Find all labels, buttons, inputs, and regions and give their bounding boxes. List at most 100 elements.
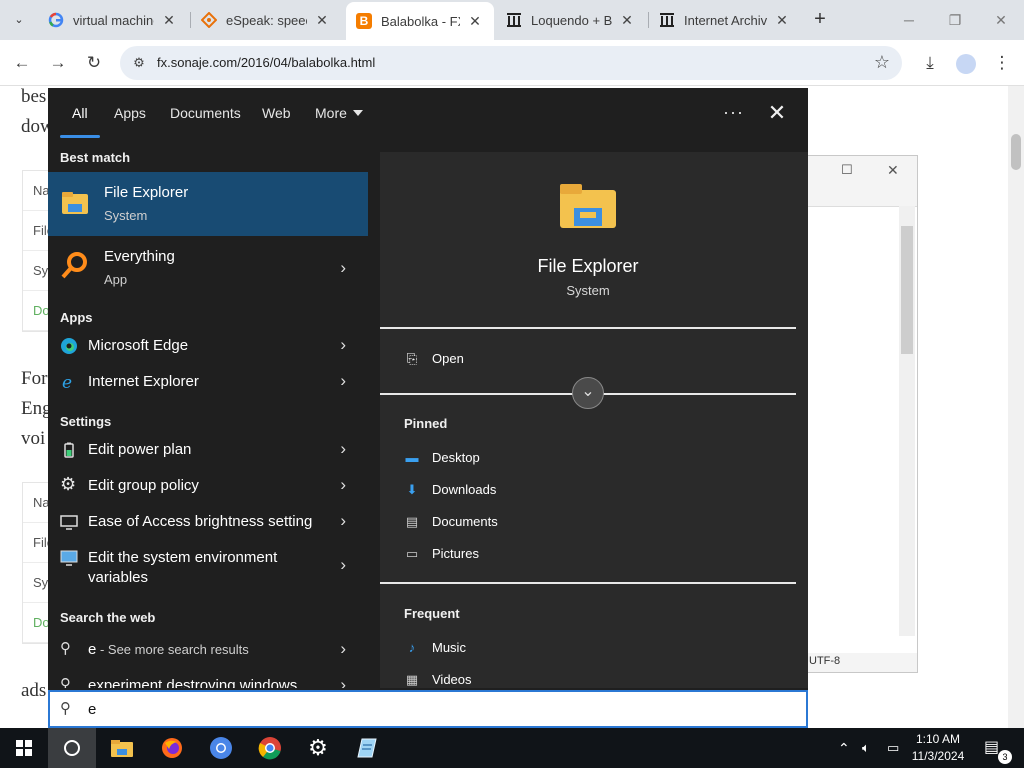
result-everything[interactable]: Everything App › [48,236,368,300]
close-tab-icon[interactable]: ✕ [618,12,636,29]
pinned-desktop[interactable]: ▬ Desktop [404,450,480,465]
section-best-match: Best match [60,150,131,165]
chevron-right-icon[interactable]: › [340,555,346,575]
ie-icon: e [62,373,72,391]
chevron-right-icon[interactable]: › [340,475,346,495]
chevron-down-icon [352,110,363,116]
scroll-thumb[interactable] [1011,134,1021,170]
profile-avatar[interactable] [954,51,978,75]
archive-icon [506,12,522,28]
result-web-suggestion[interactable]: ⚲ experiment destroying windows › [48,668,368,688]
taskbar-chromium[interactable] [197,728,245,768]
browser-toolbar: ← → ↻ ⚙ fx.sonaje.com/2016/04/balabolka.… [0,40,1024,86]
close-icon[interactable]: ✕ [887,162,899,179]
tab-apps[interactable]: Apps [114,105,146,121]
bookmark-star-icon[interactable]: ☆ [874,52,890,73]
vertical-scrollbar[interactable] [899,206,915,636]
chevron-right-icon[interactable]: › [340,639,346,659]
search-filter-tabs: All Apps Documents Web More ··· ✕ [48,88,808,140]
browser-tab-bar: ⌄ virtual machine ✕ eSpeak: speech ✕ B B… [0,0,1024,40]
start-button[interactable] [0,728,48,768]
close-tab-icon[interactable]: ✕ [466,13,484,30]
site-settings-icon[interactable]: ⚙ [130,54,148,72]
tab-espeak[interactable]: eSpeak: speech ✕ [191,6,341,34]
result-edit-environment-variables[interactable]: Edit the system environment variables › [48,540,368,590]
result-label: Edit power plan [88,441,192,458]
tab-internet-archive[interactable]: Internet Archive ✕ [649,6,801,34]
forward-button[interactable]: → [45,50,71,76]
expand-chevron-down-icon[interactable]: ⌄ [572,377,604,409]
download-arrow-icon: ⬇ [406,482,418,497]
close-tab-icon[interactable]: ✕ [313,12,331,29]
taskbar-balabolka[interactable] [343,728,391,768]
chrome-icon [258,737,281,760]
page-scrollbar[interactable] [1008,86,1024,728]
close-tab-icon[interactable]: ✕ [160,12,178,29]
menu-kebab-icon[interactable]: ⋮ [990,51,1014,75]
tab-all[interactable]: All [72,105,88,121]
chevron-right-icon[interactable]: › [340,371,346,391]
result-microsoft-edge[interactable]: Microsoft Edge › [48,328,368,364]
chevron-right-icon[interactable]: › [340,511,346,531]
cortana-search-icon [64,740,80,756]
action-center-icon[interactable]: ▤ [984,728,999,768]
result-edit-group-policy[interactable]: ⚙ Edit group policy › [48,468,368,504]
chromium-icon [210,737,232,759]
restore-button[interactable]: ❐ [932,8,978,32]
download-icon[interactable]: ⤓ [918,51,942,75]
result-ease-of-access-brightness[interactable]: Ease of Access brightness setting › [48,504,368,540]
clock-time: 1:10 AM [915,732,961,746]
more-options-icon[interactable]: ··· [723,102,744,123]
frequent-label: Music [432,640,466,655]
pinned-pictures[interactable]: ▭ Pictures [404,546,479,562]
firefox-icon [162,738,182,758]
search-taskbar-button[interactable] [48,728,96,768]
tab-search-button[interactable]: ⌄ [8,9,30,31]
taskbar-file-explorer[interactable] [98,728,146,768]
notification-count-badge: 3 [998,750,1012,764]
pinned-header: Pinned [404,416,448,431]
tab-virtual-machine[interactable]: virtual machine ✕ [38,6,188,34]
chevron-right-icon[interactable]: › [340,335,346,355]
frequent-music[interactable]: ♪ Music [404,640,466,655]
network-icon[interactable]: ▭ [887,728,899,768]
open-label: Open [432,351,464,366]
chevron-right-icon[interactable]: › [340,675,346,688]
windows-logo-icon [16,740,32,756]
frequent-videos[interactable]: ▦ Videos [404,672,472,688]
close-window-button[interactable]: ✕ [978,8,1024,32]
taskbar-settings[interactable]: ⚙ [294,728,342,768]
minimize-button[interactable]: ─ [886,8,932,32]
chevron-right-icon[interactable]: › [340,439,346,459]
start-search-panel: All Apps Documents Web More ··· ✕ Best m… [48,88,808,728]
taskbar-clock[interactable]: 1:10 AM 11/3/2024 [906,731,970,765]
maximize-icon[interactable]: ☐ [841,162,853,178]
close-icon[interactable]: ✕ [766,100,788,126]
volume-muted-icon[interactable]: 🔈︎ [862,728,870,768]
show-hidden-icons-chevron-up-icon[interactable]: ⌃ [838,728,850,768]
tab-balabolka[interactable]: B Balabolka - FX ✕ [346,2,494,40]
result-edit-power-plan[interactable]: Edit power plan › [48,432,368,468]
chevron-right-icon[interactable]: › [340,258,346,278]
result-internet-explorer[interactable]: e Internet Explorer › [48,364,368,400]
taskbar-chrome[interactable] [246,728,294,768]
back-button[interactable]: ← [9,50,35,76]
archive-icon [659,12,675,28]
open-action[interactable]: ⎘ Open [404,351,464,367]
result-file-explorer[interactable]: File Explorer System [48,172,368,236]
pinned-downloads[interactable]: ⬇ Downloads [404,482,497,498]
new-tab-button[interactable]: + [808,8,832,32]
tab-loquendo[interactable]: Loquendo + Ba ✕ [496,6,646,34]
tab-documents[interactable]: Documents [170,105,241,121]
close-tab-icon[interactable]: ✕ [773,12,791,29]
address-bar[interactable]: ⚙ fx.sonaje.com/2016/04/balabolka.html ☆ [120,46,902,80]
tab-more[interactable]: More [315,105,363,121]
reload-button[interactable]: ↻ [81,50,107,76]
tab-web[interactable]: Web [262,105,291,121]
monitor-icon [60,550,78,566]
taskbar-firefox[interactable] [148,728,196,768]
pinned-documents[interactable]: ▤ Documents [404,514,498,530]
result-web-search-e[interactable]: ⚲ e - See more search results › [48,632,368,668]
edge-icon [61,338,77,354]
start-search-input[interactable]: ⚲ e [48,690,808,728]
